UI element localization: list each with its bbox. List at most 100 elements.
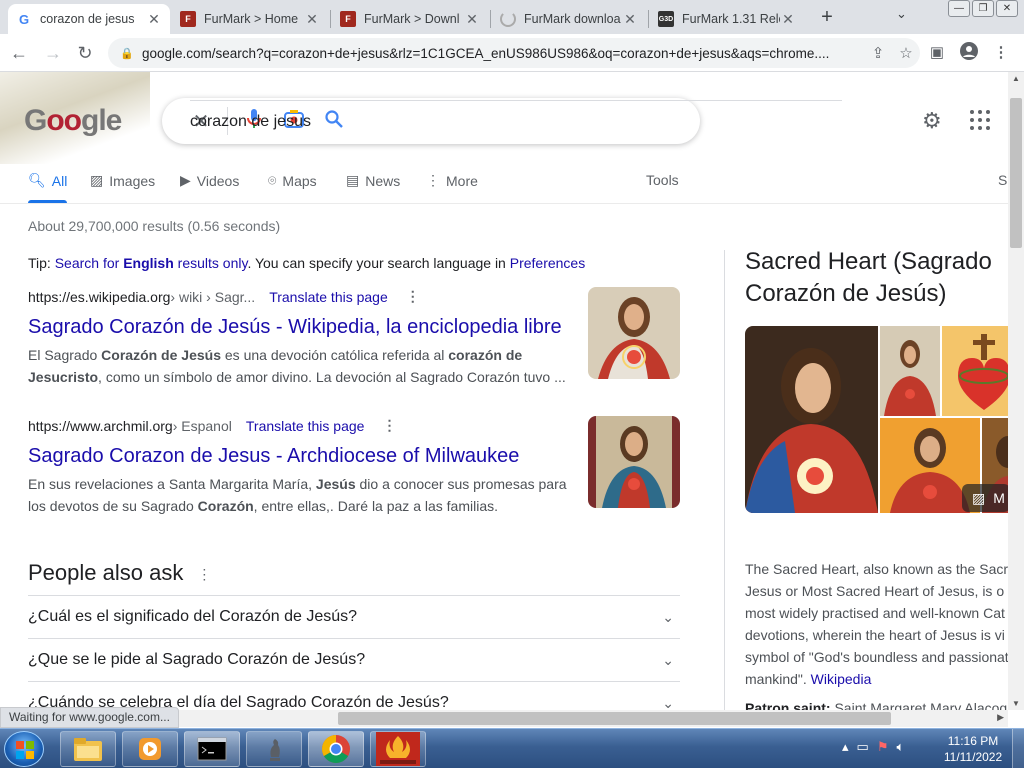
tray-expand-icon[interactable]: ▴ [842, 739, 849, 755]
close-tab-icon[interactable]: ✕ [304, 11, 320, 28]
knowledge-panel-divider [724, 250, 725, 710]
furmark-icon: F [340, 11, 356, 27]
scroll-down-arrow[interactable]: ▼ [1008, 699, 1024, 708]
paa-question[interactable]: ¿Que se le pide al Sagrado Corazón de Je… [28, 638, 680, 681]
window-controls: — ❐ ✕ [948, 0, 1018, 17]
chrome-menu-icon[interactable]: ⋮ [990, 42, 1012, 64]
tab-images[interactable]: ▨ Images [90, 172, 155, 189]
tab-furmark-download[interactable]: F FurMark > Downl ✕ [332, 4, 488, 34]
side-panel-icon[interactable]: ▣ [926, 42, 948, 64]
tab-news[interactable]: ▤ News [346, 172, 400, 189]
chrome-icon [322, 735, 350, 763]
tab-videos[interactable]: ▶ Videos [180, 172, 239, 189]
start-button[interactable] [4, 731, 44, 767]
chevron-down-icon: ⌄ [662, 694, 674, 711]
minimize-button[interactable]: — [948, 0, 970, 17]
back-button[interactable]: ← [8, 42, 30, 64]
english-only-link[interactable]: Search for English results only [55, 255, 248, 271]
result-cite: https://es.wikipedia.org › wiki › Sagr..… [28, 288, 420, 305]
more-dots-icon: ⋮ [426, 172, 440, 188]
google-doodle-logo[interactable]: Google [0, 72, 150, 164]
close-tab-icon[interactable]: ✕ [146, 11, 162, 28]
search-result: https://www.archmil.org › Espanol Transl… [28, 417, 568, 517]
g3d-icon: G3D [658, 11, 674, 27]
tab-all[interactable]: 🔍︎ All [28, 172, 68, 203]
bookmark-star-icon[interactable]: ☆ [892, 44, 920, 62]
chevron-down-icon: ⌄ [662, 608, 674, 625]
paa-question[interactable]: ¿Cuándo se celebra el día del Sagrado Co… [28, 681, 680, 710]
action-center-icon[interactable]: ⚑ [877, 739, 889, 755]
safesearch-button[interactable]: S [998, 172, 1007, 188]
profile-avatar[interactable] [958, 42, 980, 64]
settings-gear-icon[interactable]: ⚙ [922, 108, 942, 134]
system-clock[interactable]: 11:16 PM 11/11/2022 [940, 733, 1006, 765]
tab-corazon-de-jesus[interactable]: G corazon de jesus ✕ [8, 4, 170, 34]
tab-search-chevron-icon[interactable]: ⌄ [896, 6, 907, 22]
result-title-link[interactable]: Sagrado Corazon de Jesus - Archdiocese o… [28, 443, 568, 469]
volume-icon[interactable]: 🔈︎ [896, 739, 904, 755]
result-title-link[interactable]: Sagrado Corazón de Jesús - Wikipedia, la… [28, 314, 568, 340]
result-menu-icon[interactable]: ⋮ [382, 417, 396, 434]
tab-furmark-downloading[interactable]: FurMark downloa ✕ [492, 4, 646, 34]
translate-link[interactable]: Translate this page [269, 289, 388, 305]
reload-button[interactable]: ↻ [74, 42, 96, 64]
network-icon[interactable]: ▭ [857, 739, 869, 755]
paa-menu-icon[interactable]: ⋮ [197, 566, 211, 582]
taskbar-explorer[interactable] [60, 731, 116, 767]
close-tab-icon[interactable]: ✕ [780, 11, 796, 28]
google-apps-icon[interactable] [970, 110, 990, 130]
language-tip: Tip: Search for English results only. Yo… [28, 255, 586, 271]
horizontal-scroll-thumb[interactable] [338, 712, 891, 725]
kp-image-main[interactable] [745, 326, 878, 513]
result-snippet: En sus revelaciones a Santa Margarita Ma… [28, 476, 567, 514]
restore-button[interactable]: ❐ [972, 0, 994, 17]
tools-button[interactable]: Tools [646, 172, 679, 188]
explorer-icon [74, 738, 102, 761]
knowledge-panel-description: The Sacred Heart, also known as the Sacr… [745, 561, 1008, 687]
result-snippet: El Sagrado Corazón de Jesús es una devoc… [28, 347, 566, 385]
tab-separator [330, 10, 331, 28]
media-player-icon [139, 738, 161, 760]
taskbar-chess[interactable] [246, 731, 302, 767]
tab-maps[interactable]: ⌾ Maps [268, 172, 317, 189]
search-input[interactable]: corazon de jesus [190, 99, 842, 143]
scroll-right-arrow[interactable]: ▶ [997, 712, 1004, 723]
furmark-icon [376, 732, 420, 766]
show-desktop-button[interactable] [1012, 729, 1024, 769]
knowledge-panel-title: Sacred Heart (Sagrado Corazón de Jesús) [745, 248, 992, 307]
url-text[interactable]: google.com/search?q=corazon+de+jesus&rlz… [142, 46, 864, 61]
result-thumbnail[interactable] [588, 287, 680, 379]
taskbar-cmd[interactable] [184, 731, 240, 767]
kp-image[interactable] [880, 326, 940, 416]
search-small-icon: 🔍︎ [28, 172, 46, 188]
scroll-up-arrow[interactable]: ▲ [1008, 74, 1024, 83]
taskbar-chrome[interactable] [308, 731, 364, 767]
tab-furmark-release[interactable]: G3D FurMark 1.31 Rele ✕ [650, 4, 804, 34]
play-icon: ▶ [180, 172, 191, 188]
close-tab-icon[interactable]: ✕ [464, 11, 480, 28]
close-window-button[interactable]: ✕ [996, 0, 1018, 17]
vertical-scroll-thumb[interactable] [1010, 98, 1022, 248]
kp-image[interactable] [942, 326, 1008, 416]
address-bar[interactable]: 🔒 google.com/search?q=corazon+de+jesus&r… [108, 38, 920, 68]
taskbar-media-player[interactable] [122, 731, 178, 767]
vertical-scrollbar[interactable]: ▲ ▼ [1008, 72, 1024, 710]
map-pin-icon: ⌾ [268, 172, 277, 188]
patron-saint-fact: Patron saint: Saint Margaret Mary Alacoq [745, 700, 1008, 710]
taskbar-furmark[interactable] [370, 731, 426, 767]
lock-icon[interactable]: 🔒 [120, 47, 134, 60]
close-tab-icon[interactable]: ✕ [622, 11, 638, 28]
result-menu-icon[interactable]: ⋮ [406, 288, 420, 305]
more-images-button[interactable]: ▨ M [962, 484, 1008, 512]
forward-button[interactable]: → [42, 42, 64, 64]
tab-furmark-home[interactable]: F FurMark > Home ✕ [172, 4, 328, 34]
wikipedia-link[interactable]: Wikipedia [811, 671, 872, 687]
new-tab-button[interactable]: + [816, 6, 838, 28]
translate-link[interactable]: Translate this page [246, 418, 365, 434]
preferences-link[interactable]: Preferences [510, 255, 585, 271]
search-box[interactable]: corazon de jesus ✕ [162, 98, 842, 144]
result-thumbnail[interactable] [588, 416, 680, 508]
paa-question[interactable]: ¿Cuál es el significado del Corazón de J… [28, 595, 680, 638]
tab-more[interactable]: ⋮ More [426, 172, 478, 189]
share-icon[interactable]: ⇪ [864, 44, 892, 62]
